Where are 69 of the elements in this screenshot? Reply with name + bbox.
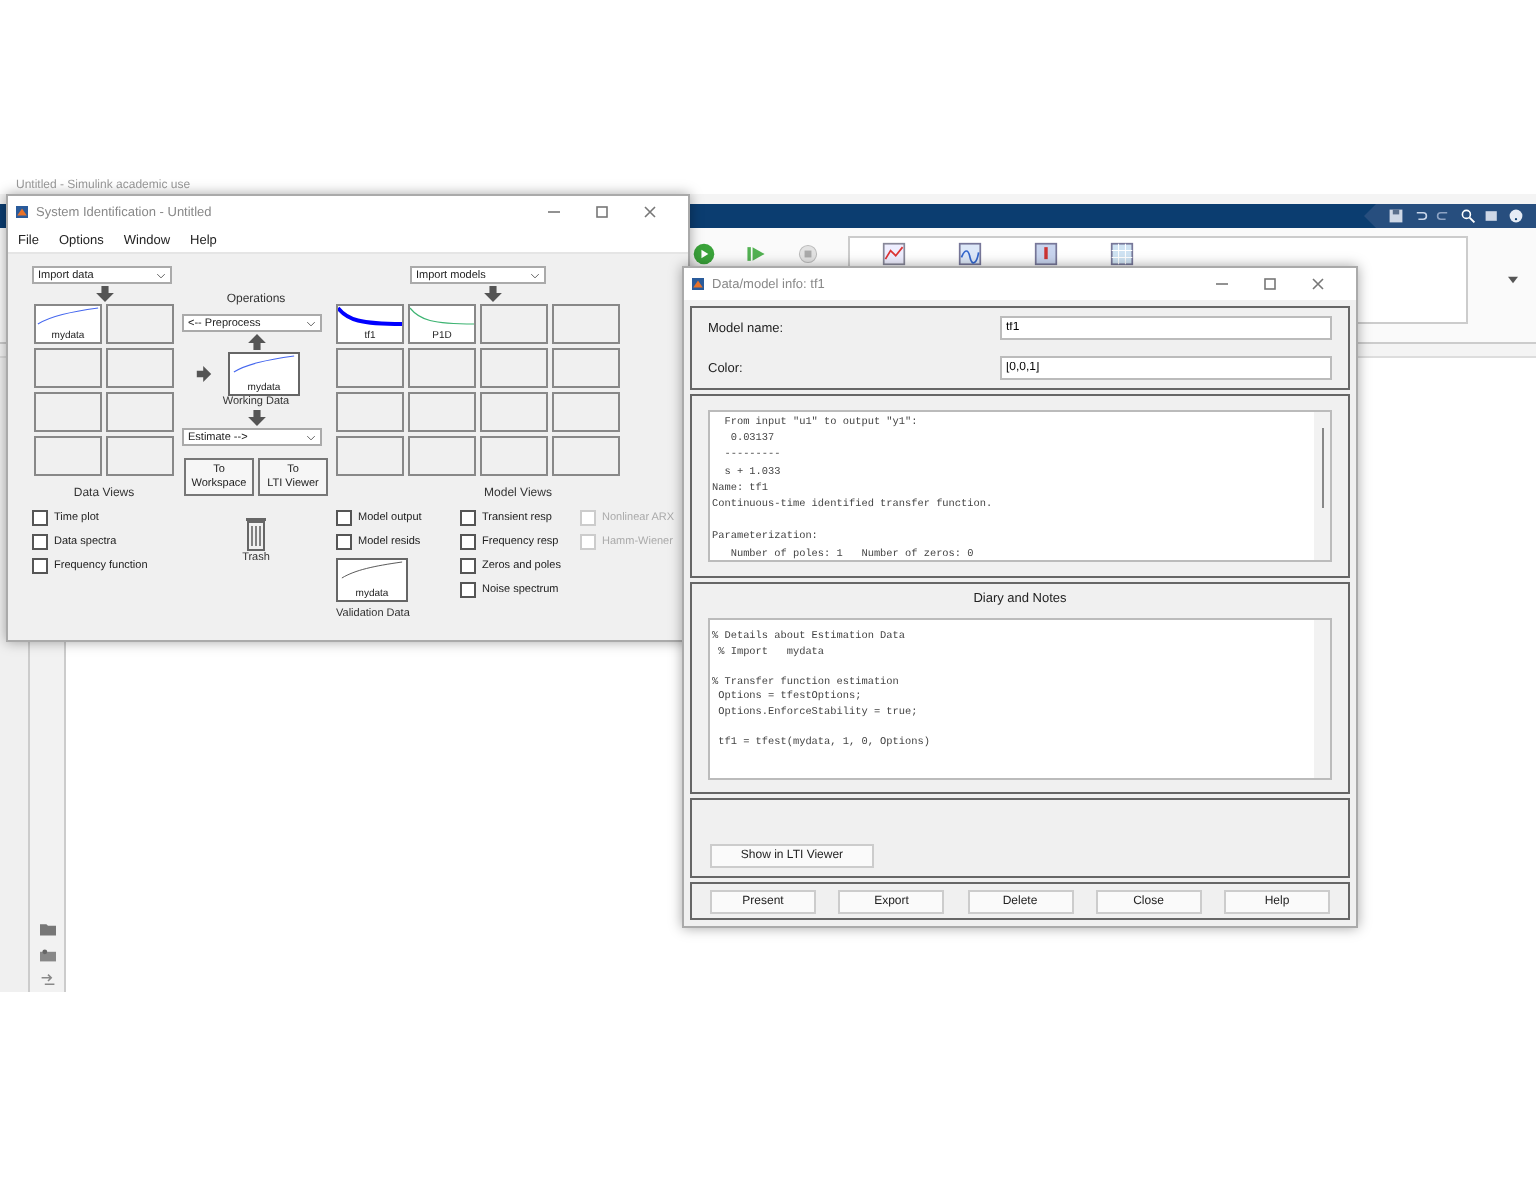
empty-slot[interactable] xyxy=(106,304,174,344)
checkbox[interactable] xyxy=(460,557,476,573)
down-arrow-icon xyxy=(483,286,501,302)
undo-icon[interactable] xyxy=(1412,208,1428,224)
empty-slot[interactable] xyxy=(34,392,102,432)
empty-slot[interactable] xyxy=(552,348,620,388)
caret-icon xyxy=(306,433,316,441)
app-icon xyxy=(16,206,28,218)
checkbox[interactable] xyxy=(336,509,352,525)
search-icon[interactable] xyxy=(1460,208,1476,224)
checkbox[interactable] xyxy=(460,581,476,597)
empty-slot[interactable] xyxy=(336,348,404,388)
redo-icon[interactable] xyxy=(1436,208,1452,224)
right-arrow-icon xyxy=(196,366,212,382)
image-icon[interactable] xyxy=(39,948,55,962)
empty-slot[interactable] xyxy=(480,392,548,432)
maximize-icon[interactable] xyxy=(592,202,612,222)
empty-slot[interactable] xyxy=(336,392,404,432)
empty-slot[interactable] xyxy=(552,436,620,476)
empty-slot[interactable] xyxy=(106,436,174,476)
empty-slot[interactable] xyxy=(552,304,620,344)
caret-icon xyxy=(530,271,540,279)
empty-slot[interactable] xyxy=(408,348,476,388)
empty-slot[interactable] xyxy=(408,436,476,476)
empty-slot[interactable] xyxy=(106,348,174,388)
scrollbar[interactable] xyxy=(1314,620,1330,778)
help-icon[interactable] xyxy=(1508,208,1524,224)
checkbox[interactable] xyxy=(32,533,48,549)
empty-slot[interactable] xyxy=(480,348,548,388)
app-icon xyxy=(692,278,704,290)
checkbox[interactable] xyxy=(32,509,48,525)
down-arrow-icon xyxy=(95,286,113,302)
curve-icon xyxy=(410,306,474,326)
empty-slot[interactable] xyxy=(480,304,548,344)
curve-icon xyxy=(340,560,404,580)
empty-slot[interactable] xyxy=(336,436,404,476)
grid-icon[interactable] xyxy=(1110,242,1134,266)
maximize-icon[interactable] xyxy=(1260,274,1280,294)
save-icon[interactable] xyxy=(1388,208,1404,224)
caret-icon xyxy=(306,319,316,327)
stop-icon[interactable] xyxy=(796,242,820,266)
down-arrow-icon xyxy=(247,410,265,426)
empty-slot[interactable] xyxy=(408,392,476,432)
scope-icon[interactable] xyxy=(882,242,906,266)
up-arrow-icon xyxy=(247,334,265,350)
scrollbar-thumb[interactable] xyxy=(1321,428,1323,508)
checkbox[interactable] xyxy=(336,533,352,549)
caret-icon xyxy=(156,271,166,279)
arrows-icon[interactable] xyxy=(39,974,55,988)
run-icon[interactable] xyxy=(692,242,716,266)
layout-icon[interactable] xyxy=(1484,208,1500,224)
curve-icon xyxy=(232,354,296,374)
checkbox[interactable] xyxy=(460,533,476,549)
close-icon[interactable] xyxy=(640,202,660,222)
empty-slot[interactable] xyxy=(106,392,174,432)
empty-slot[interactable] xyxy=(34,348,102,388)
trash-icon[interactable] xyxy=(244,516,268,552)
curve-icon xyxy=(36,306,100,326)
step-forward-icon[interactable] xyxy=(744,242,768,266)
caret-icon[interactable] xyxy=(1508,276,1518,284)
close-icon[interactable] xyxy=(1308,274,1328,294)
checkbox[interactable] xyxy=(460,509,476,525)
checkbox[interactable] xyxy=(32,557,48,573)
empty-slot[interactable] xyxy=(34,436,102,476)
folder-icon[interactable] xyxy=(39,922,55,936)
analyzer-icon[interactable] xyxy=(958,242,982,266)
empty-slot[interactable] xyxy=(552,392,620,432)
empty-slot[interactable] xyxy=(480,436,548,476)
curve-icon xyxy=(338,306,402,326)
